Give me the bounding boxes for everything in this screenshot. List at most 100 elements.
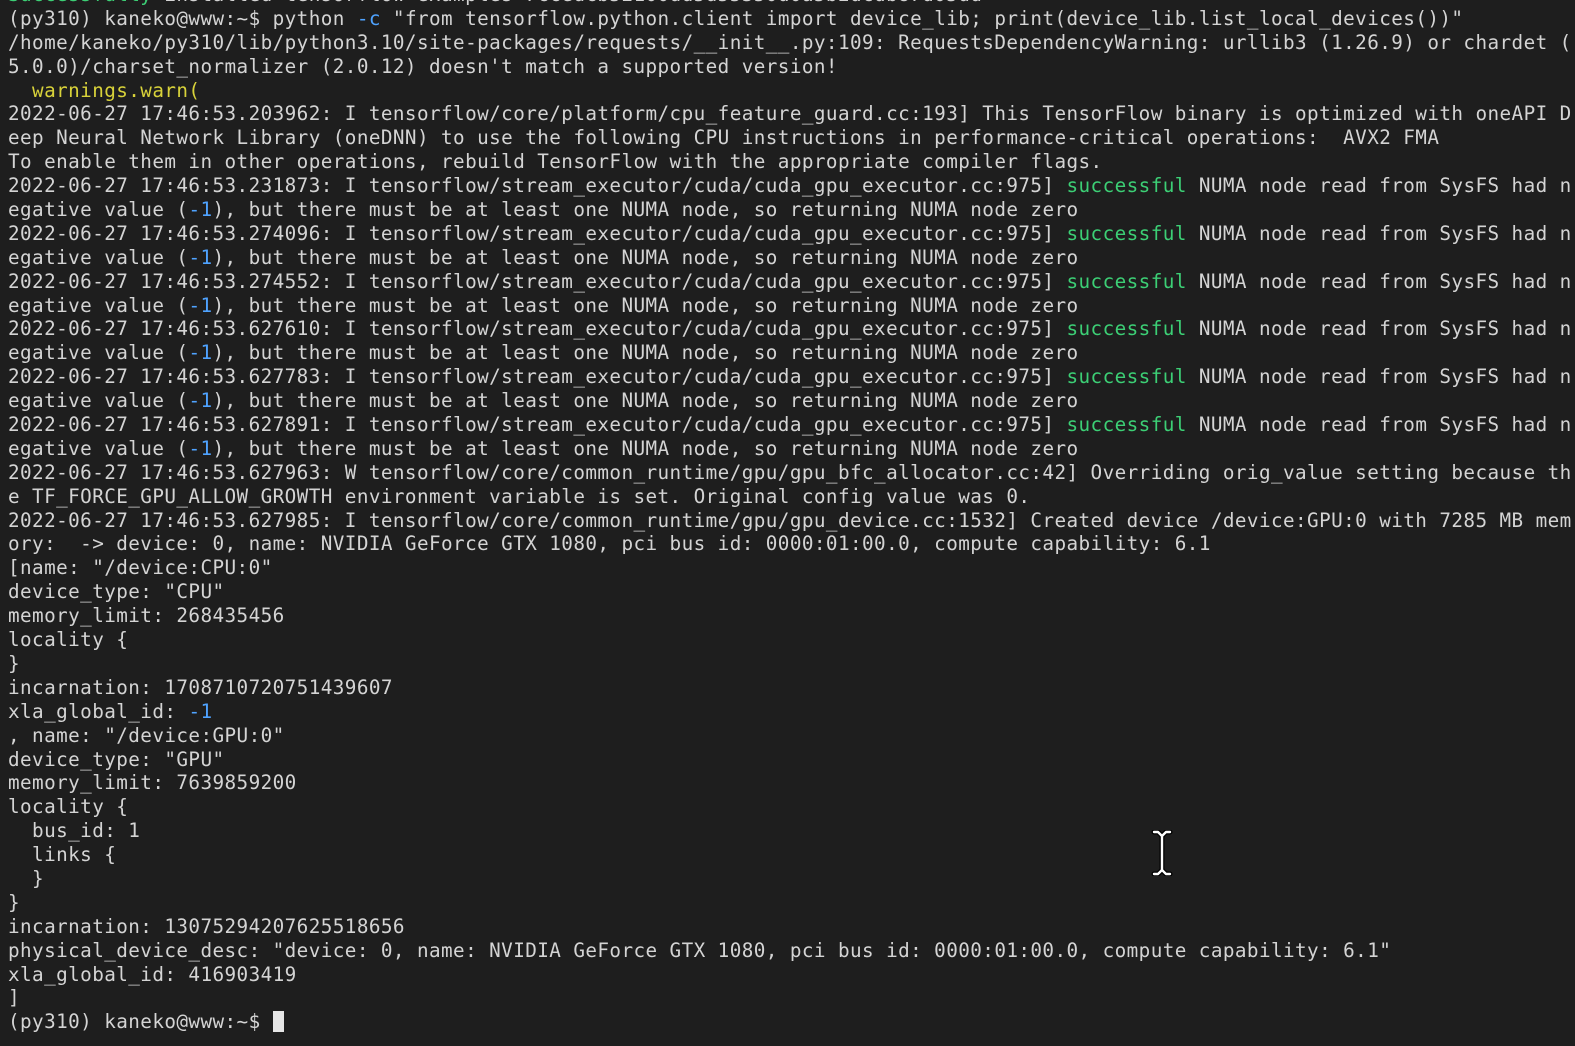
text-segment: (py310) kaneko@www:~$ python (8, 6, 357, 30)
text-segment: -c (356, 6, 381, 30)
output-line: } (8, 652, 1572, 676)
output-line: incarnation: 13075294207625518656 (8, 915, 1572, 939)
output-line: xla_global_id: 416903419 (8, 963, 1572, 987)
output-line: (py310) kaneko@www:~$ python -c "from te… (8, 7, 1572, 31)
text-segment: 2022-06-27 17:46:53.231873: I tensorflow… (8, 174, 1067, 198)
text-segment: ), but there must be at least one NUMA n… (212, 198, 1079, 222)
text-segment: successful (1066, 174, 1187, 198)
output-line: egative value (-1), but there must be at… (8, 246, 1572, 270)
text-segment: 2022-06-27 17:46:53.627891: I tensorflow… (8, 413, 1067, 437)
text-segment: "from tensorflow.python.client import de… (380, 6, 1464, 30)
text-segment: -1 (188, 293, 213, 317)
text-segment: successful (1066, 365, 1187, 389)
text-segment: 2022-06-27 17:46:53.627610: I tensorflow… (8, 317, 1067, 341)
text-segment: xla_global_id: (8, 699, 189, 723)
text-segment: installed tensorflow-examples-7ccedcb521… (152, 0, 982, 6)
output-line: /home/kaneko/py310/lib/python3.10/site-p… (8, 31, 1572, 55)
terminal-window[interactable]: Successfully installed tensorflow-exampl… (0, 0, 1575, 1046)
text-segment: NUMA node read from SysFS had n (1186, 174, 1572, 198)
text-segment: ), but there must be at least one NUMA n… (212, 436, 1079, 460)
text-segment: NUMA node read from SysFS had n (1186, 317, 1572, 341)
output-line: 2022-06-27 17:46:53.627610: I tensorflow… (8, 317, 1572, 341)
output-line: incarnation: 1708710720751439607 (8, 676, 1572, 700)
text-segment: [name: "/device:CPU:0" (8, 556, 273, 580)
text-segment: 2022-06-27 17:46:53.627985: I tensorflow… (8, 508, 1572, 532)
output-line: } (8, 867, 1572, 891)
text-segment: NUMA node read from SysFS had n (1186, 413, 1572, 437)
output-line: locality { (8, 795, 1572, 819)
text-segment: -1 (188, 436, 213, 460)
output-line: links { (8, 843, 1572, 867)
text-ibeam-cursor-icon (1151, 830, 1173, 876)
output-line: , name: "/device:GPU:0" (8, 724, 1572, 748)
output-line: bus_id: 1 (8, 819, 1572, 843)
text-segment: memory_limit: 268435456 (8, 604, 285, 628)
output-line: memory_limit: 268435456 (8, 604, 1572, 628)
text-segment: locality { (8, 628, 129, 652)
output-line: memory_limit: 7639859200 (8, 771, 1572, 795)
text-segment: ory: -> device: 0, name: NVIDIA GeForce … (8, 532, 1211, 556)
text-segment: 2022-06-27 17:46:53.274096: I tensorflow… (8, 221, 1067, 245)
output-line: 2022-06-27 17:46:53.274096: I tensorflow… (8, 222, 1572, 246)
output-line: 2022-06-27 17:46:53.627891: I tensorflow… (8, 413, 1572, 437)
text-cursor (272, 1011, 284, 1033)
output-line: 2022-06-27 17:46:53.627783: I tensorflow… (8, 365, 1572, 389)
output-line: xla_global_id: -1 (8, 700, 1572, 724)
output-line: egative value (-1), but there must be at… (8, 198, 1572, 222)
text-segment: physical_device_desc: "device: 0, name: … (8, 938, 1392, 962)
text-segment: -1 (188, 341, 213, 365)
text-segment: egative value ( (8, 436, 189, 460)
text-segment: ), but there must be at least one NUMA n… (212, 389, 1079, 413)
output-line: To enable them in other operations, rebu… (8, 150, 1572, 174)
output-line: physical_device_desc: "device: 0, name: … (8, 939, 1572, 963)
text-segment: (py310) kaneko@www:~$ (8, 1010, 273, 1034)
output-line: device_type: "GPU" (8, 748, 1572, 772)
text-segment: ), but there must be at least one NUMA n… (212, 341, 1079, 365)
output-line: warnings.warn( (8, 79, 1572, 103)
text-segment: -1 (188, 245, 213, 269)
prompt-line: (py310) kaneko@www:~$ (8, 1010, 1572, 1034)
output-line: 2022-06-27 17:46:53.627963: W tensorflow… (8, 461, 1572, 485)
text-segment: incarnation: 13075294207625518656 (8, 914, 405, 938)
text-segment: -1 (188, 699, 213, 723)
output-line: ] (8, 986, 1572, 1010)
output-line: egative value (-1), but there must be at… (8, 389, 1572, 413)
text-segment: 2022-06-27 17:46:53.627783: I tensorflow… (8, 365, 1067, 389)
text-segment: To enable them in other operations, rebu… (8, 150, 1103, 174)
output-line: eep Neural Network Library (oneDNN) to u… (8, 126, 1572, 150)
text-segment: NUMA node read from SysFS had n (1186, 269, 1572, 293)
text-segment: ] (8, 986, 21, 1010)
text-segment: device_type: "CPU" (8, 580, 225, 604)
text-segment: -1 (188, 389, 213, 413)
output-line: egative value (-1), but there must be at… (8, 294, 1572, 318)
text-segment: } (8, 651, 21, 675)
text-segment: Successfully (8, 0, 152, 6)
text-segment: xla_global_id: 416903419 (8, 962, 297, 986)
text-segment: device_type: "GPU" (8, 747, 225, 771)
text-segment: } (8, 866, 45, 890)
text-segment: /home/kaneko/py310/lib/python3.10/site-p… (8, 30, 1572, 54)
output-line: ory: -> device: 0, name: NVIDIA GeForce … (8, 532, 1572, 556)
terminal-output: Successfully installed tensorflow-exampl… (8, 0, 1572, 1034)
output-line: 2022-06-27 17:46:53.274552: I tensorflow… (8, 270, 1572, 294)
output-line: 2022-06-27 17:46:53.203962: I tensorflow… (8, 102, 1572, 126)
text-segment: 2022-06-27 17:46:53.274552: I tensorflow… (8, 269, 1067, 293)
output-line: } (8, 891, 1572, 915)
output-line: 2022-06-27 17:46:53.627985: I tensorflow… (8, 509, 1572, 533)
text-segment: egative value ( (8, 389, 189, 413)
text-segment: ), but there must be at least one NUMA n… (212, 293, 1079, 317)
output-line: 2022-06-27 17:46:53.231873: I tensorflow… (8, 174, 1572, 198)
text-segment: eep Neural Network Library (oneDNN) to u… (8, 126, 1440, 150)
text-segment: locality { (8, 795, 129, 819)
output-line: egative value (-1), but there must be at… (8, 437, 1572, 461)
text-segment: egative value ( (8, 341, 189, 365)
output-line: e TF_FORCE_GPU_ALLOW_GROWTH environment … (8, 485, 1572, 509)
text-segment: egative value ( (8, 245, 189, 269)
text-segment: 2022-06-27 17:46:53.627963: W tensorflow… (8, 460, 1572, 484)
text-segment: } (8, 890, 21, 914)
text-segment: incarnation: 1708710720751439607 (8, 675, 393, 699)
text-segment: successful (1066, 221, 1187, 245)
text-segment: NUMA node read from SysFS had n (1186, 365, 1572, 389)
text-segment: bus_id: 1 (8, 819, 141, 843)
text-segment: , name: "/device:GPU:0" (8, 723, 285, 747)
